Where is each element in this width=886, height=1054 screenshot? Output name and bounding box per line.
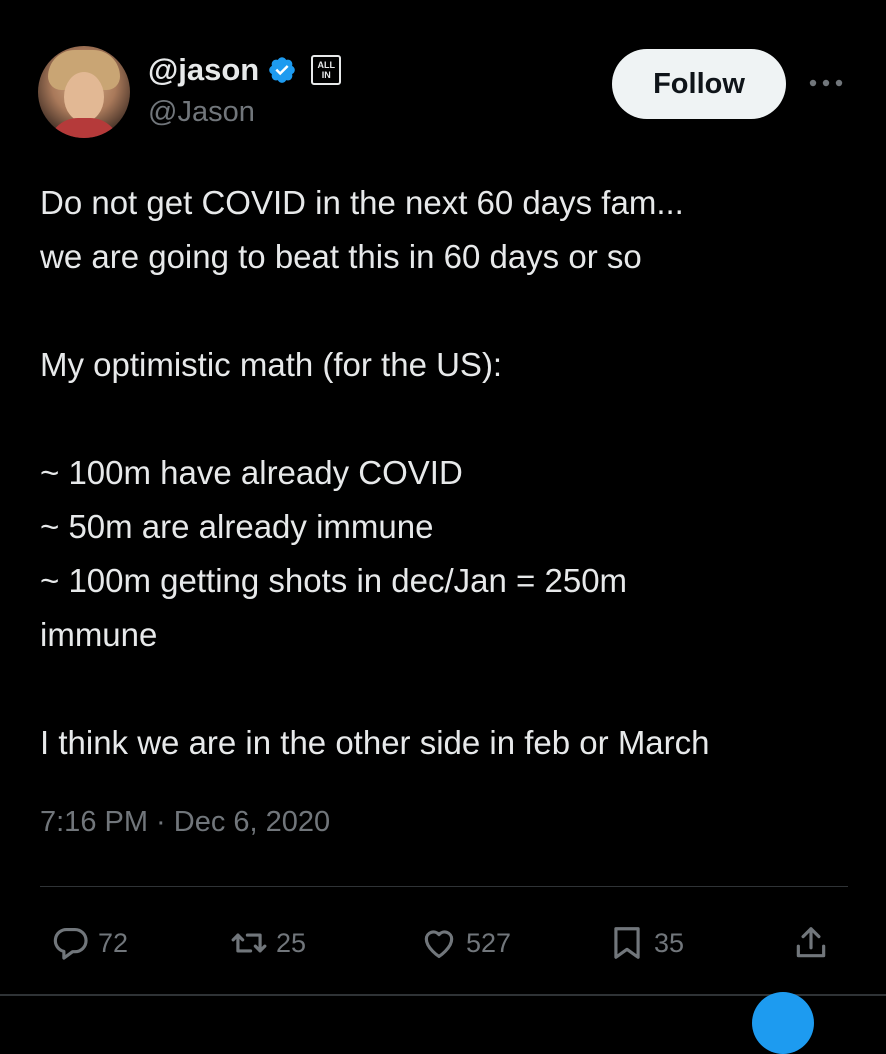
avatar[interactable] (38, 46, 130, 138)
retweet-icon (231, 933, 267, 953)
share-icon (796, 927, 826, 958)
verified-icon (269, 57, 296, 83)
bookmark-button[interactable]: 35 (608, 915, 684, 971)
bookmark-count: 35 (654, 927, 685, 958)
avatar-shirt (48, 118, 120, 138)
more-icon (809, 79, 843, 87)
tweet-text: Do not get COVID in the next 60 days fam… (40, 176, 860, 770)
tweet-line: we are going to beat this in 60 days or … (40, 238, 642, 275)
all-in-affiliate-badge[interactable]: ALL IN (311, 55, 342, 85)
tweet-actions-bar: 72 25 527 35 (0, 915, 886, 971)
tweet-line-blank (40, 284, 860, 338)
tweet-line: ~ 100m getting shots in dec/Jan = 250m (40, 562, 628, 599)
tweet-line: I think we are in the other side in feb … (40, 724, 710, 761)
tweet-line-blank (40, 662, 860, 716)
compose-fab-edge[interactable] (752, 992, 814, 1054)
tweet-line: My optimistic math (for the US): (40, 346, 503, 383)
retweet-count: 25 (276, 927, 307, 958)
follow-button[interactable]: Follow (612, 49, 786, 119)
bottom-divider (0, 994, 886, 996)
tweet-line-blank (40, 392, 860, 446)
badge-text: ALL IN (317, 60, 335, 80)
like-count: 527 (466, 927, 512, 958)
tweet-line: ~ 100m have already COVID (40, 454, 463, 491)
tweet-line: Do not get COVID in the next 60 days fam… (40, 184, 684, 221)
like-button[interactable]: 527 (420, 915, 511, 971)
divider (40, 886, 848, 887)
retweet-button[interactable]: 25 (230, 915, 306, 971)
avatar-face (64, 72, 104, 122)
tweet-line: ~ 50m are already immune (40, 508, 434, 545)
bookmark-icon (614, 927, 640, 959)
more-options-button[interactable] (806, 68, 846, 98)
reply-button[interactable]: 72 (52, 915, 128, 971)
share-button[interactable] (792, 915, 830, 971)
display-name[interactable]: @jason (148, 52, 259, 88)
author-name-row: @jason ALL IN (148, 50, 342, 90)
tweet-line: immune (40, 616, 158, 653)
tweet-timestamp[interactable]: 7:16 PM · Dec 6, 2020 (40, 806, 330, 839)
author-handle[interactable]: @Jason (148, 96, 255, 129)
reply-icon (53, 927, 88, 960)
like-icon (424, 930, 454, 959)
reply-count: 72 (98, 927, 129, 958)
